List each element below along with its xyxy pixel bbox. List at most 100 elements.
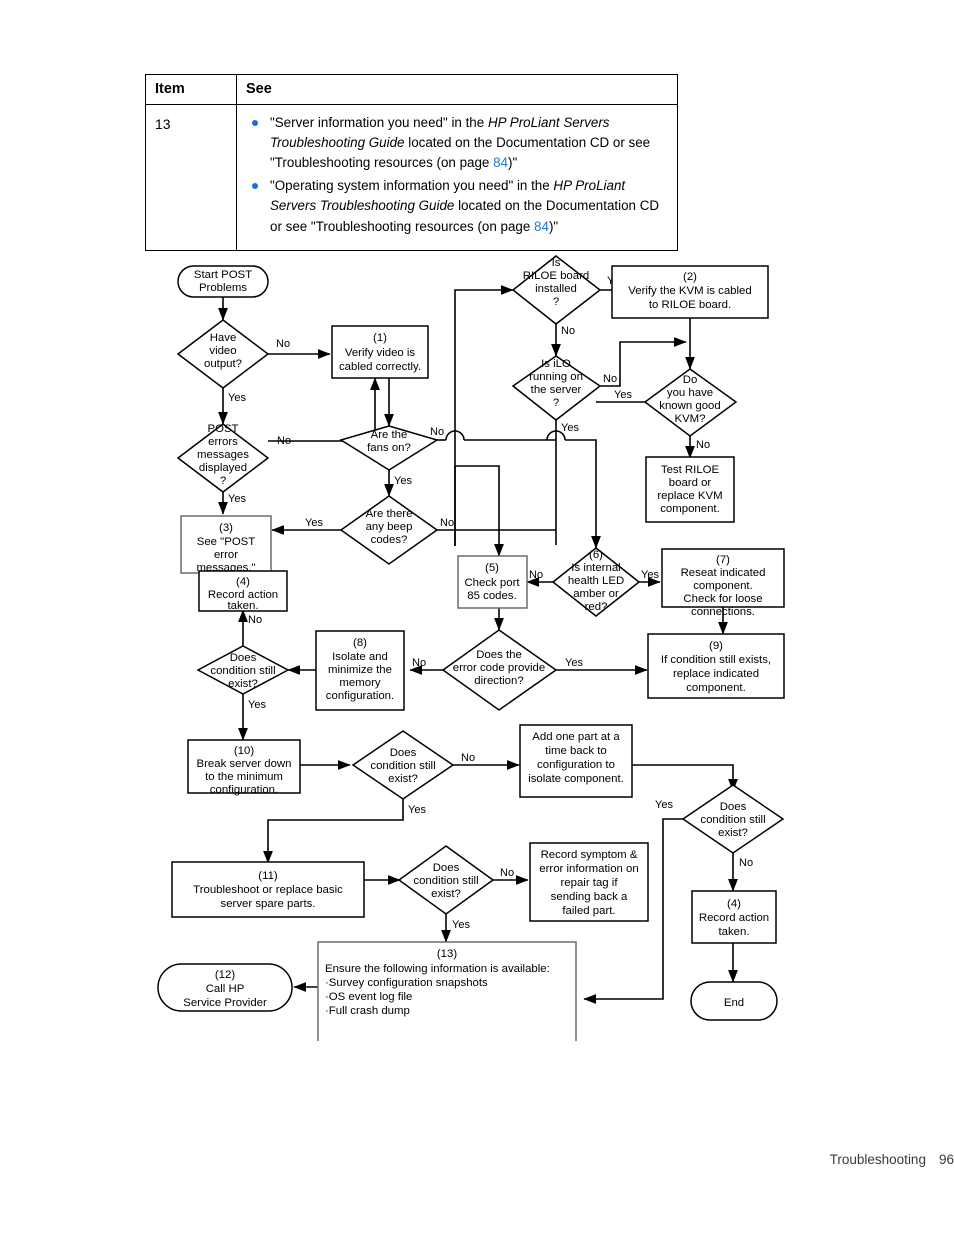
node-record4b-number: (4) [727,898,741,910]
node-test-riloe-line-1: Test RILOE [661,464,720,476]
edge-label-no: No [603,373,617,385]
node-health-led-line-4: red? [585,601,608,613]
list-item: "Server information you need" in the HP … [246,113,668,173]
node-any-beep-codes: Are there any beep codes? [339,495,439,565]
node-add-one-part: Add one part at a time back to configura… [519,724,633,798]
see-bullet-list: "Server information you need" in the HP … [246,113,668,237]
node-post-errors-line-5: ? [220,475,226,487]
edge-label-yes: Yes [614,389,632,401]
node-post-msg-line-1: See "POST [197,536,256,548]
node-condition-still-exist-4: Does condition still exist? [397,845,495,915]
node-condition-still-exist-3: Does condition still exist? [681,784,785,854]
edge-label-yes: Yes [305,517,323,529]
node-troubleshoot-number: (11) [258,870,278,882]
page-footer: Troubleshooting 96 [0,1152,954,1167]
node-end: End [690,981,778,1021]
node-are-fans-on: Are the fans on? [339,425,439,471]
node-record4b-line-1: Record action [699,912,769,924]
node-riloe-line-2: RILOE board [523,270,589,282]
node-verify-kvm-line-1: Verify the KVM is cabled [628,285,751,297]
edge-label-no: No [276,338,290,350]
bullet-text-part: )" [548,218,559,234]
node-addpart-line-4: isolate component. [528,773,624,785]
node-ensure-information-available: (13) Ensure the following information is… [317,941,577,1041]
footer-section-title: Troubleshooting [829,1152,926,1167]
node-internal-health-led: (6) Is internal health LED amber or red? [551,547,641,617]
edge-label-yes: Yes [248,699,266,711]
edge-label-yes: Yes [561,422,579,434]
edge-label-no: No [248,614,262,626]
node-callhp-line-1: Call HP [206,983,245,995]
node-condition-still-exist-2: Does condition still exist? [351,730,455,800]
node-record-action-taken-upper: (4) Record action taken. [198,570,288,612]
node-isolate-line-1: Isolate and [332,651,388,663]
edge-label-no: No [440,517,454,529]
node-ensure-line-4: ·Full crash dump [325,1005,410,1017]
node-isolate-line-2: minimize the [328,664,392,676]
node-cond2-line-3: exist? [388,773,418,785]
node-health-led-line-3: amber or [573,588,619,600]
edge-label-yes: Yes [565,657,583,669]
node-check-port-line-1: Check port [464,577,520,589]
node-beep-line-3: codes? [371,534,408,546]
node-verify-video-number: (1) [373,332,387,344]
node-record4a-number: (4) [236,576,250,588]
node-end-label: End [724,997,744,1009]
node-ilo-line-3: the server [531,384,582,396]
node-reseat-indicated-component: (7) Reseat indicated component. Check fo… [661,548,785,618]
node-call-hp-service-provider: (12) Call HP Service Provider [157,963,293,1012]
node-isolate-line-3: memory [339,677,380,689]
node-cond3-line-2: condition still [700,814,765,826]
node-have-video-line-2: video [209,345,236,357]
node-cond2-line-1: Does [390,747,417,759]
node-replace-line-3: component. [686,682,746,694]
node-post-errors-line-2: errors [208,436,238,448]
node-post-errors-line-4: displayed [199,462,247,474]
node-reseat-line-4: connections. [691,606,755,618]
node-riloe-line-3: installed [535,283,577,295]
node-condition-still-exist-1: Does condition still exist? [196,645,290,695]
edge-label-yes: Yes [641,569,659,581]
node-verify-kvm-line-2: to RILOE board. [649,299,731,311]
node-callhp-number: (12) [215,969,235,981]
column-header-item: Item [145,74,237,105]
node-errcode-line-2: error code provide [453,662,545,674]
reference-table: Item See 13 "Server information you need… [145,74,678,251]
bullet-text-part: "Operating system information you need" … [270,178,554,194]
node-post-errors-displayed: POST errors messages displayed ? [176,423,270,493]
page-link[interactable]: 84 [534,219,549,234]
table-header-row: Item See [145,74,678,105]
node-replace-line-1: If condition still exists, [661,654,771,666]
edge-label-yes: Yes [394,475,412,487]
node-cond1-line-1: Does [230,652,257,664]
node-kvm-line-2: you have [667,387,713,399]
node-break-line-1: Break server down [197,758,292,770]
table-row: 13 "Server information you need" in the … [145,104,678,251]
node-verify-video-line-1: Verify video is [345,347,416,359]
edge-label-no: No [500,867,514,879]
node-is-riloe-board-installed: Is RILOE board installed ? [511,255,602,325]
bullet-text-part: "Server information you need" in the [270,115,488,130]
cell-see-content: "Server information you need" in the HP … [236,104,678,251]
node-have-video-line-1: Have [210,332,237,344]
node-cond1-line-3: exist? [228,678,258,690]
node-addpart-line-2: time back to [545,745,606,757]
node-record4b-line-2: taken. [718,926,749,938]
node-break-line-3: configuration. [210,784,278,796]
node-recordsym-line-1: Record symptom & [541,849,638,861]
node-post-errors-line-1: POST [207,423,238,435]
node-kvm-line-4: KVM? [674,413,705,425]
node-troubleshoot-line-2: server spare parts. [221,898,316,910]
node-reseat-number: (7) [716,554,730,566]
node-test-riloe-replace-kvm: Test RILOE board or replace KVM componen… [645,456,735,523]
page-link[interactable]: 84 [493,155,508,170]
node-callhp-line-2: Service Provider [183,997,267,1009]
node-cond4-line-3: exist? [431,888,461,900]
node-post-errors-line-3: messages [197,449,249,461]
node-check-port-line-2: 85 codes. [467,590,516,602]
node-test-riloe-line-4: component. [660,503,720,515]
node-post-msg-line-2: error [214,549,238,561]
node-replace-number: (9) [709,640,723,652]
node-record-action-taken-lower: (4) Record action taken. [691,890,777,944]
edge-label-no: No [277,435,291,447]
